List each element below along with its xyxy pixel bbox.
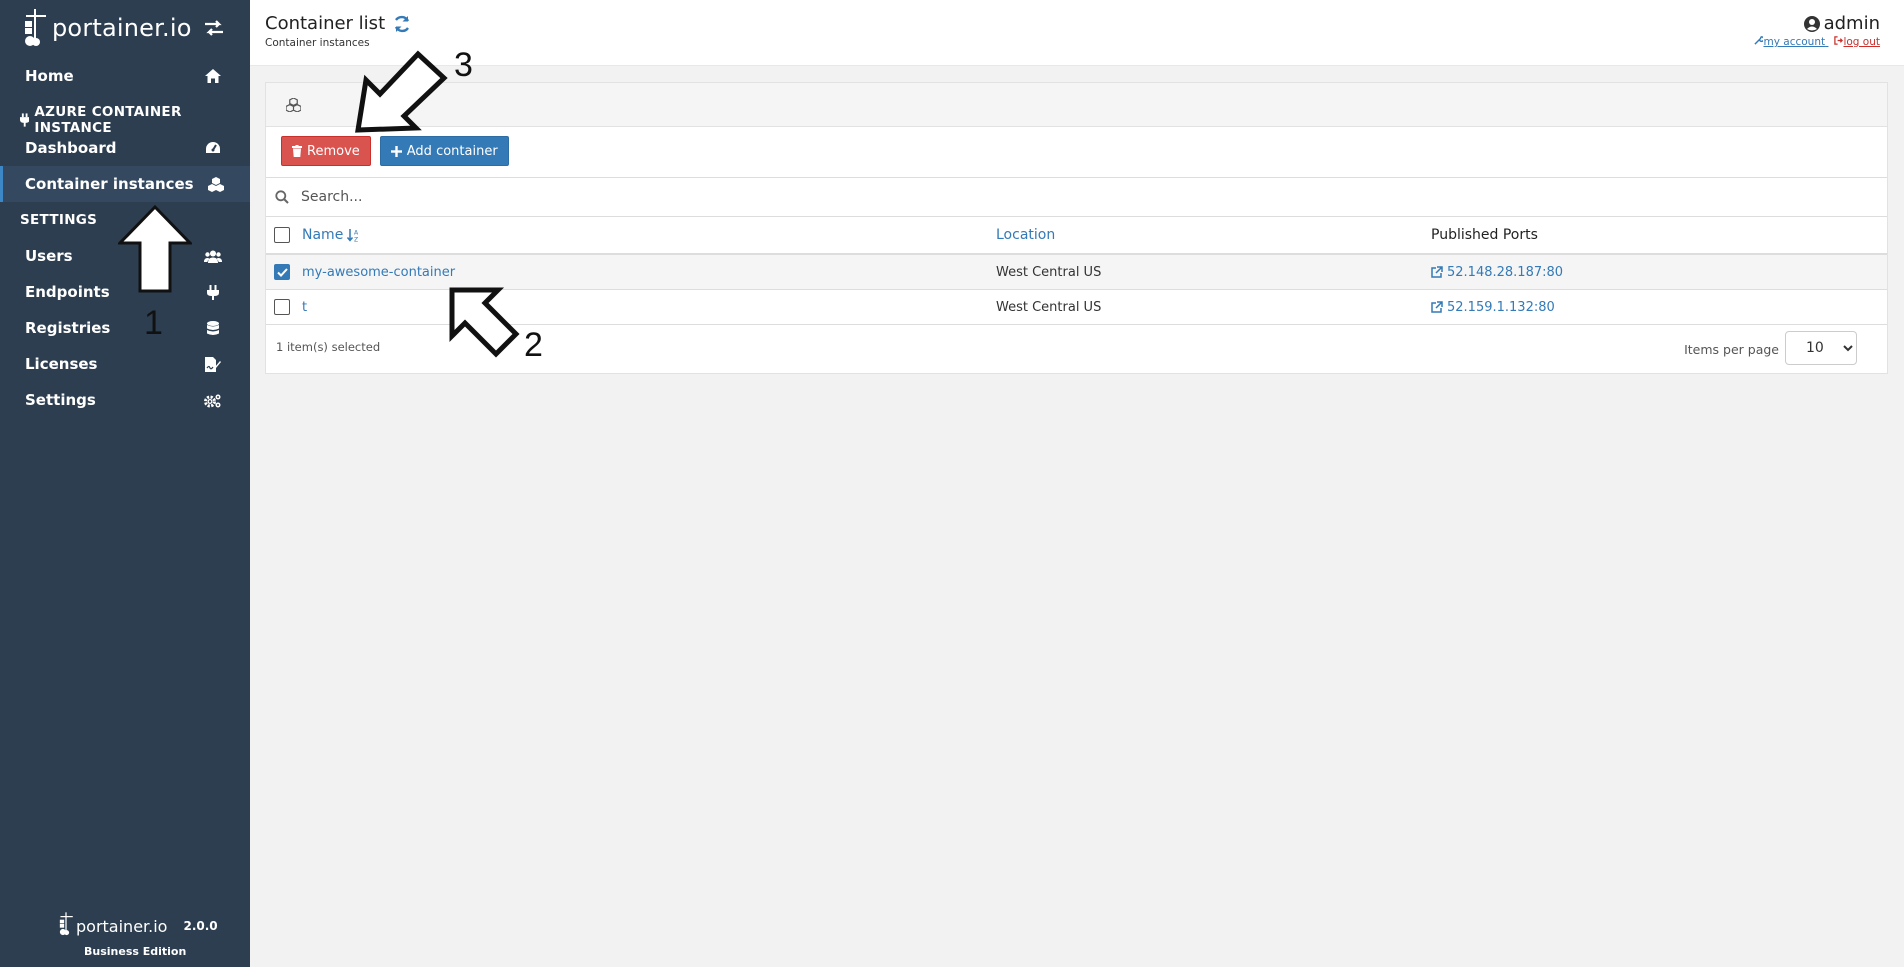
annotation-number-1: 1 xyxy=(144,304,163,342)
log-out-link[interactable]: log out xyxy=(1834,36,1880,48)
annotation-arrow-up xyxy=(118,205,192,293)
my-account-link[interactable]: my account xyxy=(1754,36,1828,48)
cubes-icon xyxy=(285,97,302,113)
table-actions: Remove Add container xyxy=(281,136,509,166)
add-container-label: Add container xyxy=(406,143,498,159)
sidebar-item-label: Home xyxy=(25,67,74,85)
svg-text:Z: Z xyxy=(354,236,358,242)
breadcrumb: Container instances xyxy=(265,37,370,49)
user-name: admin xyxy=(1748,13,1880,34)
annotation-arrow-down-left xyxy=(355,50,448,133)
cogs-icon xyxy=(203,390,223,410)
annotation-arrow-up-left xyxy=(449,287,520,358)
portainer-logo-icon xyxy=(58,911,74,941)
widget-header xyxy=(266,83,1887,127)
sidebar-item-registries[interactable]: Registries xyxy=(0,310,250,346)
column-header-name-label: Name xyxy=(302,227,344,243)
annotation-number-2: 2 xyxy=(524,326,543,364)
table-header-row: Name AZ Location Published Ports xyxy=(266,217,1887,255)
published-port-text: 52.159.1.132:80 xyxy=(1447,299,1555,315)
column-header-name[interactable]: Name AZ xyxy=(302,227,361,243)
file-signature-icon xyxy=(203,354,223,374)
container-location: West Central US xyxy=(996,299,1102,315)
sidebar-item-label: Users xyxy=(25,247,73,265)
exchange-icon[interactable] xyxy=(203,18,225,38)
page-header: Container list Container instances admin… xyxy=(250,0,1904,66)
section-settings: SETTINGS xyxy=(20,212,97,228)
cubes-icon xyxy=(206,174,226,194)
log-out-label: log out xyxy=(1843,36,1880,48)
sort-alpha-icon: AZ xyxy=(347,228,359,242)
footer-edition: Business Edition xyxy=(84,945,187,958)
section-settings-label: SETTINGS xyxy=(20,212,98,228)
footer-brand: portainer.io xyxy=(76,916,168,936)
row-checkbox[interactable] xyxy=(274,264,290,280)
sidebar-item-dashboard[interactable]: Dashboard xyxy=(0,130,250,166)
published-port-link[interactable]: 52.159.1.132:80 xyxy=(1431,300,1555,315)
user-area: admin my account log out xyxy=(1748,13,1880,48)
add-container-button[interactable]: Add container xyxy=(379,136,509,166)
search-bar xyxy=(266,177,1887,217)
home-icon xyxy=(203,66,223,86)
user-name-text: admin xyxy=(1823,13,1880,34)
brand-logo[interactable]: portainer.io xyxy=(22,6,192,50)
dashboard-icon xyxy=(203,138,223,158)
items-per-page-select[interactable]: 10 xyxy=(1785,331,1857,365)
column-header-published-ports: Published Ports xyxy=(1431,227,1538,243)
plug-icon xyxy=(203,282,223,302)
svg-text:A: A xyxy=(354,229,359,236)
sidebar-item-container-instances[interactable]: Container instances xyxy=(0,166,250,202)
external-link-icon xyxy=(1431,266,1443,278)
database-icon xyxy=(203,318,223,338)
user-circle-icon xyxy=(1803,15,1820,32)
check-icon xyxy=(276,267,288,277)
annotation-number-3: 3 xyxy=(454,46,473,84)
published-port-link[interactable]: 52.148.28.187:80 xyxy=(1431,265,1563,280)
my-account-label: my account xyxy=(1763,36,1826,48)
sidebar-footer: portainer.io 2.0.0 Business Edition xyxy=(0,907,250,967)
external-link-icon xyxy=(1431,301,1443,313)
sidebar: portainer.io Home AZURE CONTAINER INSTAN… xyxy=(0,0,250,967)
sidebar-item-label: Settings xyxy=(25,391,96,409)
container-name-link[interactable]: my-awesome-container xyxy=(302,265,455,280)
plus-icon xyxy=(390,145,402,157)
container-name-link[interactable]: t xyxy=(302,300,307,315)
select-all-checkbox[interactable] xyxy=(274,227,290,243)
row-checkbox[interactable] xyxy=(274,299,290,315)
container-location: West Central US xyxy=(996,264,1102,280)
remove-button[interactable]: Remove xyxy=(281,136,371,166)
page-title: Container list xyxy=(265,13,411,34)
remove-button-label: Remove xyxy=(307,143,360,159)
sidebar-item-label: Container instances xyxy=(25,175,194,193)
published-port-text: 52.148.28.187:80 xyxy=(1447,264,1564,280)
footer-version: 2.0.0 xyxy=(183,919,218,933)
table-row: my-awesome-container West Central US 52.… xyxy=(266,255,1887,290)
sidebar-item-label: Licenses xyxy=(25,355,98,373)
refresh-icon[interactable] xyxy=(393,15,411,33)
search-input[interactable] xyxy=(301,189,1801,205)
selected-count: 1 item(s) selected xyxy=(276,340,381,354)
sidebar-item-home[interactable]: Home xyxy=(0,58,250,94)
trash-icon xyxy=(292,145,302,157)
items-per-page-label: Items per page xyxy=(1684,342,1779,357)
page-title-text: Container list xyxy=(265,13,386,34)
sidebar-item-label: Dashboard xyxy=(25,139,117,157)
plug-icon xyxy=(20,113,30,127)
search-icon xyxy=(275,189,291,205)
column-header-location[interactable]: Location xyxy=(996,227,1055,243)
sidebar-item-settings[interactable]: Settings xyxy=(0,382,250,418)
portainer-logo-icon xyxy=(22,9,48,47)
sidebar-item-label: Endpoints xyxy=(25,283,110,301)
sidebar-item-label: Registries xyxy=(25,319,111,337)
sidebar-item-licenses[interactable]: Licenses xyxy=(0,346,250,382)
brand-name: portainer.io xyxy=(52,14,192,42)
user-links: my account log out xyxy=(1748,36,1880,48)
users-icon xyxy=(203,246,223,266)
